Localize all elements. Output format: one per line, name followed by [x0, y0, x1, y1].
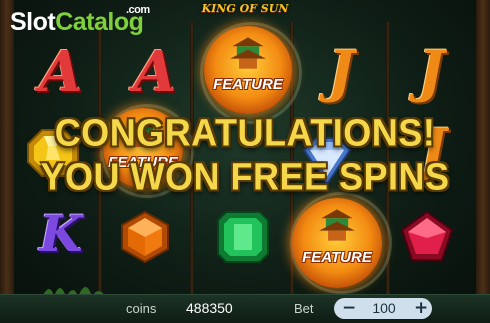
- symbol-orange-gem: [114, 206, 176, 268]
- symbol-k-letter: K: [39, 204, 83, 263]
- coins-value: 488350: [186, 300, 233, 316]
- symbol-a-letter: A: [39, 39, 83, 105]
- symbol-a: A: [30, 42, 92, 102]
- coins-label: coins: [126, 301, 157, 316]
- bottom-bar: coins 488350 Bet − 100 +: [0, 294, 490, 323]
- symbol-j: J: [400, 42, 462, 102]
- logo-slot-text: Slot: [10, 8, 56, 36]
- orange-gem-icon: [121, 210, 169, 264]
- symbol-j: J: [310, 42, 372, 102]
- symbol-green-gem: [212, 206, 274, 268]
- bet-label: Bet: [294, 301, 314, 316]
- symbol-a-letter: A: [133, 39, 177, 105]
- bet-stepper: − 100 +: [334, 298, 432, 319]
- game-screen: A K A FEATURE FEATURE J FEATURE J J Slot…: [0, 0, 490, 323]
- logo-com-text: .com: [126, 4, 150, 16]
- pagoda-icon: [319, 209, 355, 241]
- plus-icon[interactable]: +: [414, 298, 428, 319]
- symbol-j-letter: J: [327, 39, 355, 105]
- slotcatalog-logo: SlotCatalog .com: [10, 4, 150, 37]
- symbol-j-letter: J: [417, 39, 445, 105]
- red-gem-icon: [400, 210, 454, 261]
- game-logo: KING OF SUN: [201, 2, 289, 15]
- symbol-k: K: [30, 204, 92, 264]
- symbol-feature: FEATURE: [204, 26, 292, 114]
- green-gem-icon: [217, 211, 269, 263]
- pagoda-icon: [230, 37, 266, 69]
- free-spins-text: YOU WON FREE SPINS: [40, 154, 450, 198]
- congratulations-text: CONGRATULATIONS!: [54, 110, 436, 154]
- symbol-a: A: [124, 42, 186, 102]
- feature-label: FEATURE: [302, 248, 372, 266]
- symbol-feature: FEATURE: [292, 198, 382, 288]
- symbol-red-gem: [396, 206, 458, 268]
- minus-icon[interactable]: −: [342, 298, 356, 319]
- feature-label: FEATURE: [213, 75, 283, 93]
- bet-value: 100: [372, 300, 396, 316]
